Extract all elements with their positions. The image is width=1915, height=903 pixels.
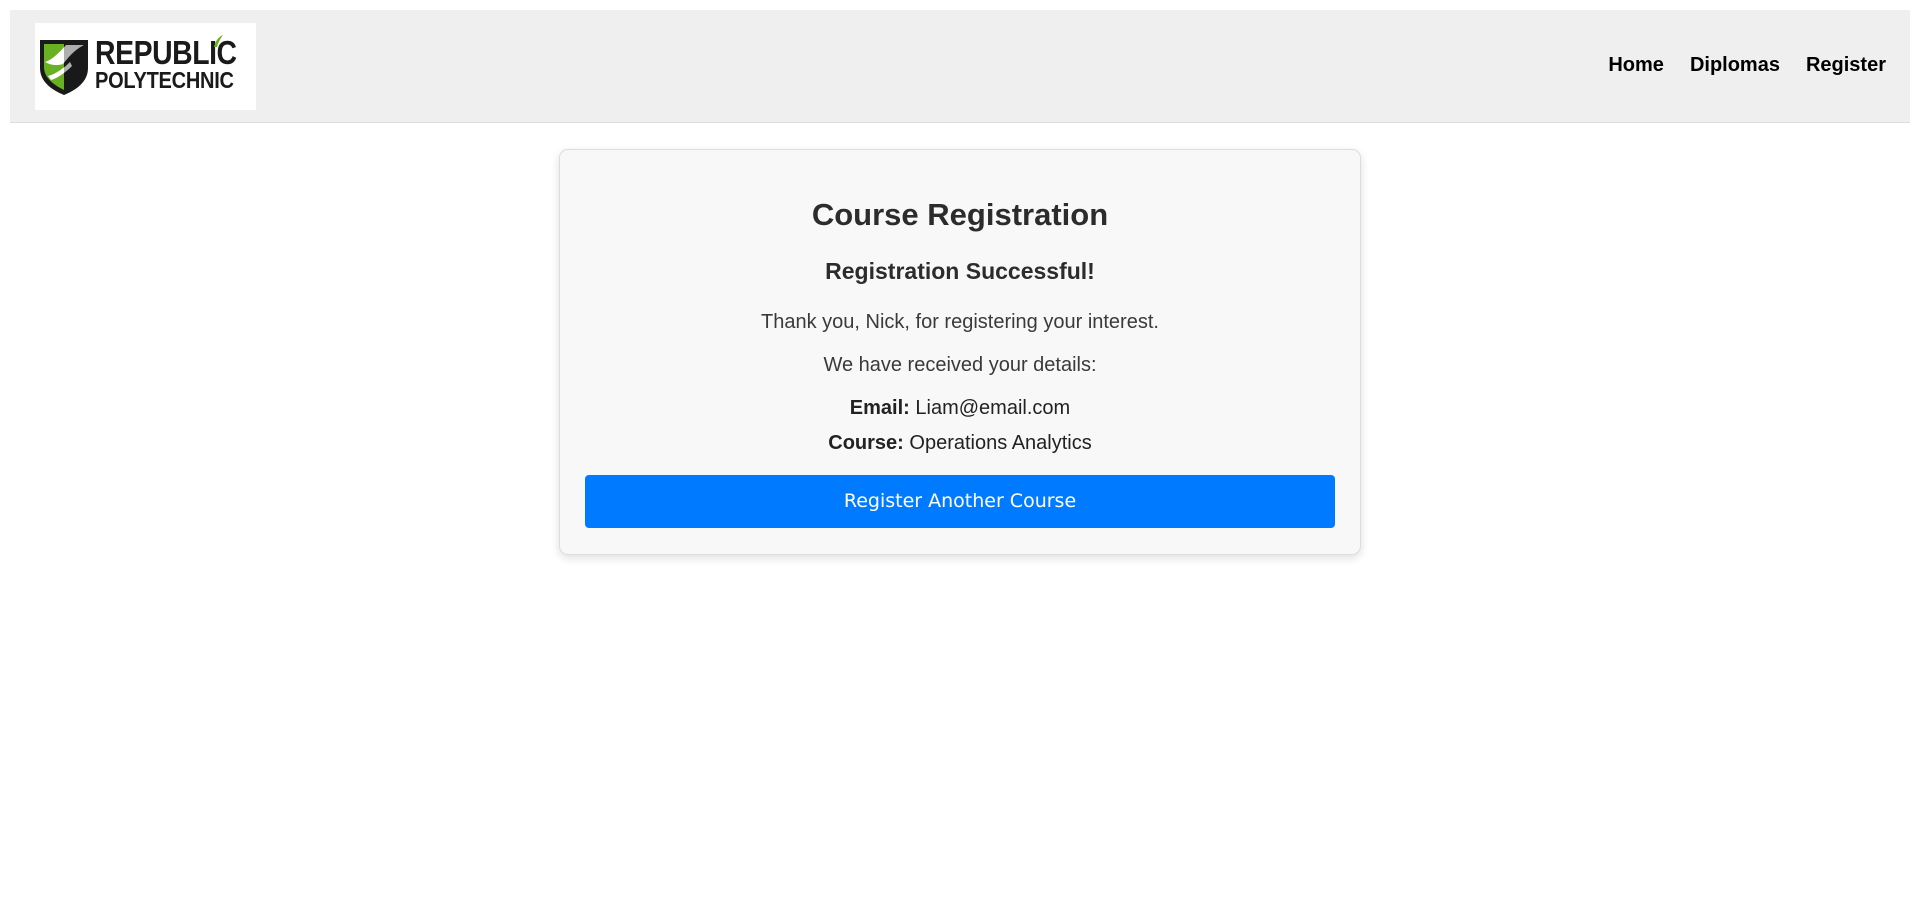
site-logo[interactable]: REPUBLIC POLYTECHNIC (35, 23, 256, 110)
course-value: Operations Analytics (909, 432, 1092, 454)
received-message: We have received your details: (823, 354, 1097, 376)
site-header: REPUBLIC POLYTECHNIC Home Diplomas Regis… (10, 10, 1910, 123)
nav-diplomas[interactable]: Diplomas (1690, 54, 1780, 77)
success-heading: Registration Successful! (825, 258, 1095, 284)
email-label: Email: (849, 397, 910, 419)
registration-card: Course Registration Registration Success… (559, 149, 1361, 555)
logo-line-2: POLYTECHNIC (95, 67, 234, 93)
republic-polytechnic-shield-icon (40, 40, 88, 95)
logo-wordmark: REPUBLIC POLYTECHNIC (95, 36, 260, 92)
course-label: Course: (828, 432, 904, 454)
page-title: Course Registration (811, 197, 1109, 232)
main-nav: Home Diplomas Register (1608, 54, 1886, 77)
email-value: Liam@email.com (915, 397, 1071, 419)
nav-home[interactable]: Home (1608, 54, 1664, 77)
nav-register[interactable]: Register (1806, 54, 1886, 77)
email-detail: Email: Liam@email.com (560, 397, 1360, 420)
register-another-course-button[interactable]: Register Another Course (585, 475, 1335, 528)
course-detail: Course: Operations Analytics (560, 432, 1360, 455)
thank-you-message: Thank you, Nick, for registering your in… (761, 311, 1159, 333)
logo-accent-icon (214, 35, 223, 47)
